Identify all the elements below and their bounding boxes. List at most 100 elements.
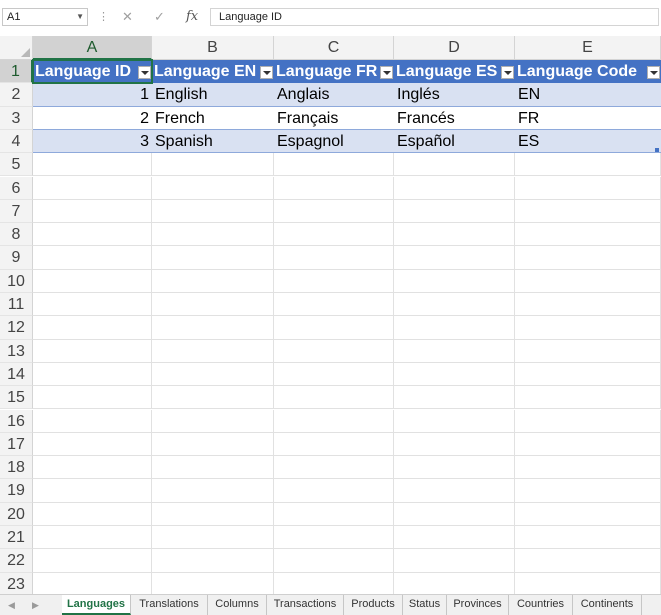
table-resize-handle[interactable]: [655, 148, 659, 153]
cell[interactable]: [33, 223, 152, 247]
cell[interactable]: [152, 479, 274, 503]
table-header-cell[interactable]: Language ID: [33, 60, 152, 84]
cell[interactable]: [394, 526, 515, 550]
cell[interactable]: [515, 316, 661, 340]
table-cell[interactable]: EN: [515, 83, 661, 107]
cell[interactable]: [274, 176, 394, 200]
select-all-button[interactable]: [0, 36, 33, 60]
table-cell[interactable]: 3: [33, 129, 152, 154]
row-header-10[interactable]: 10: [0, 269, 33, 293]
cell[interactable]: [33, 432, 152, 457]
formula-input[interactable]: Language ID: [210, 8, 659, 26]
cell[interactable]: [394, 456, 515, 480]
cell[interactable]: [152, 409, 274, 433]
cell[interactable]: [274, 456, 394, 480]
cell[interactable]: [515, 362, 661, 387]
cell[interactable]: [274, 316, 394, 340]
cell[interactable]: [274, 502, 394, 526]
row-header-11[interactable]: 11: [0, 293, 33, 317]
table-cell[interactable]: Español: [394, 129, 515, 154]
cell[interactable]: [274, 386, 394, 410]
column-header-c[interactable]: C: [274, 36, 394, 60]
cell[interactable]: [33, 316, 152, 340]
cell[interactable]: [515, 479, 661, 503]
table-cell[interactable]: Francés: [394, 106, 515, 130]
row-header-5[interactable]: 5: [0, 153, 33, 177]
cell[interactable]: [152, 339, 274, 363]
cell[interactable]: [33, 153, 152, 177]
row-header-16[interactable]: 16: [0, 409, 33, 433]
filter-dropdown-icon[interactable]: [380, 66, 393, 79]
row-header-14[interactable]: 14: [0, 362, 33, 387]
insert-function-icon[interactable]: fx: [186, 8, 198, 26]
cell[interactable]: [152, 432, 274, 457]
cell[interactable]: [515, 386, 661, 410]
cell[interactable]: [152, 526, 274, 550]
cell[interactable]: [33, 526, 152, 550]
table-cell[interactable]: FR: [515, 106, 661, 130]
filter-dropdown-icon[interactable]: [138, 66, 151, 79]
column-header-b[interactable]: B: [152, 36, 274, 60]
row-header-12[interactable]: 12: [0, 316, 33, 340]
table-cell[interactable]: French: [152, 106, 274, 130]
row-header-17[interactable]: 17: [0, 432, 33, 457]
table-cell[interactable]: English: [152, 83, 274, 107]
row-header-15[interactable]: 15: [0, 386, 33, 410]
cell[interactable]: [33, 386, 152, 410]
sheet-tab-translations[interactable]: Translations: [131, 595, 208, 615]
cell[interactable]: [394, 409, 515, 433]
cell[interactable]: [274, 223, 394, 247]
cell[interactable]: [274, 572, 394, 594]
cell[interactable]: [394, 479, 515, 503]
cell[interactable]: [515, 572, 661, 594]
cell[interactable]: [515, 176, 661, 200]
cell[interactable]: [515, 339, 661, 363]
scroll-left-icon[interactable]: ◀: [8, 595, 15, 615]
row-header-13[interactable]: 13: [0, 339, 33, 363]
cell[interactable]: [515, 223, 661, 247]
cell[interactable]: [152, 549, 274, 573]
cell[interactable]: [152, 176, 274, 200]
row-header-20[interactable]: 20: [0, 502, 33, 526]
cell[interactable]: [515, 246, 661, 270]
cell[interactable]: [274, 549, 394, 573]
cell[interactable]: [394, 549, 515, 573]
table-cell[interactable]: ES: [515, 129, 661, 154]
cell[interactable]: [274, 339, 394, 363]
row-header-2[interactable]: 2: [0, 83, 33, 107]
cell[interactable]: [515, 293, 661, 317]
filter-dropdown-icon[interactable]: [260, 66, 273, 79]
cell[interactable]: [515, 199, 661, 224]
cell[interactable]: [152, 572, 274, 594]
row-header-9[interactable]: 9: [0, 246, 33, 270]
sheet-tab-transactions[interactable]: Transactions: [267, 595, 344, 615]
row-header-8[interactable]: 8: [0, 223, 33, 247]
row-header-7[interactable]: 7: [0, 199, 33, 224]
table-cell[interactable]: Espagnol: [274, 129, 394, 154]
cell[interactable]: [274, 293, 394, 317]
cell[interactable]: [33, 456, 152, 480]
chevron-down-icon[interactable]: ▼: [76, 9, 84, 25]
cell[interactable]: [33, 199, 152, 224]
cell[interactable]: [394, 316, 515, 340]
sheet-tab-status[interactable]: Status: [403, 595, 447, 615]
table-cell[interactable]: Français: [274, 106, 394, 130]
cell[interactable]: [274, 199, 394, 224]
row-header-1[interactable]: 1: [0, 60, 33, 84]
cell[interactable]: [33, 269, 152, 293]
cell[interactable]: [515, 502, 661, 526]
cell[interactable]: [152, 456, 274, 480]
cell[interactable]: [152, 199, 274, 224]
cell[interactable]: [274, 362, 394, 387]
cell[interactable]: [515, 526, 661, 550]
worksheet-grid[interactable]: A B C D E 1 Language ID Language EN Language FR L…: [0, 36, 661, 594]
cell[interactable]: [274, 409, 394, 433]
scroll-right-icon[interactable]: ▶: [32, 595, 39, 615]
column-header-e[interactable]: E: [515, 36, 661, 60]
sheet-tab-columns[interactable]: Columns: [208, 595, 267, 615]
cell[interactable]: [152, 223, 274, 247]
cell[interactable]: [152, 269, 274, 293]
sheet-tab-languages[interactable]: Languages: [62, 595, 131, 615]
cell[interactable]: [33, 246, 152, 270]
cell[interactable]: [394, 502, 515, 526]
